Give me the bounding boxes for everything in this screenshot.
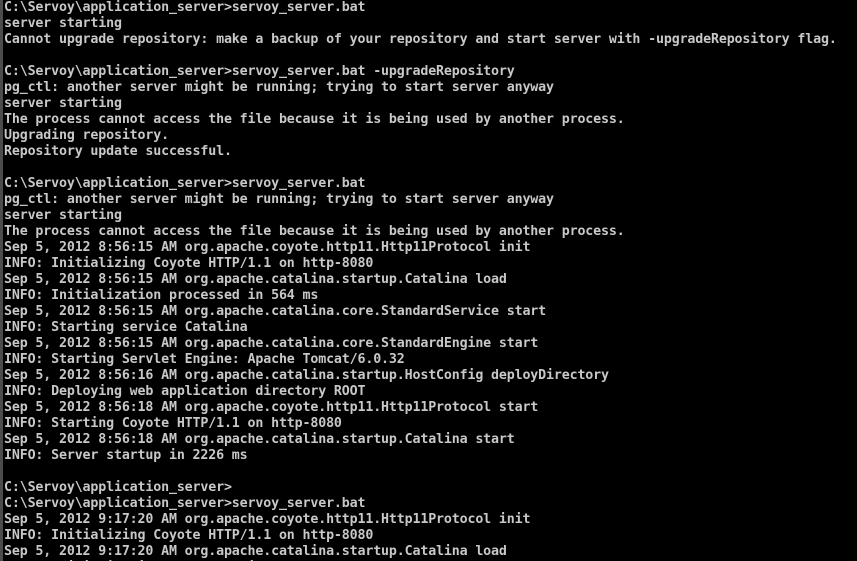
console-line: Sep 5, 2012 9:17:20 AM org.apache.catali… [4,544,507,559]
console-line: INFO: Starting service Catalina [4,320,248,335]
console-line: Sep 5, 2012 8:56:18 AM org.apache.catali… [4,432,515,447]
console-line: Sep 5, 2012 8:56:15 AM org.apache.coyote… [4,240,531,255]
window-left-border [0,0,3,561]
console-line: Sep 5, 2012 8:56:15 AM org.apache.catali… [4,304,547,319]
console-line: Sep 5, 2012 8:56:15 AM org.apache.catali… [4,272,507,287]
console-line: C:\Servoy\application_server>servoy_serv… [4,0,366,15]
console-line: The process cannot access the file becau… [4,112,625,127]
console-line: Repository update successful. [4,144,232,159]
console-line: C:\Servoy\application_server> [4,480,232,495]
console-line: Upgrading repository. [4,128,169,143]
console-line: INFO: Initializing Coyote HTTP/1.1 on ht… [4,256,374,271]
console-output-text[interactable]: C:\Servoy\application_server>servoy_serv… [4,0,857,561]
console-line: Sep 5, 2012 8:56:16 AM org.apache.catali… [4,368,609,383]
console-line: Cannot upgrade repository: make a backup… [4,32,837,47]
console-line: Sep 5, 2012 8:56:18 AM org.apache.coyote… [4,400,539,415]
console-line: C:\Servoy\application_server>servoy_serv… [4,176,366,191]
console-line: INFO: Starting Coyote HTTP/1.1 on http-8… [4,416,342,431]
console-line: INFO: Deploying web application director… [4,384,366,399]
console-line: server starting [4,208,122,223]
console-line: INFO: Initialization processed in 564 ms [4,288,319,303]
console-line: Sep 5, 2012 8:56:15 AM org.apache.catali… [4,336,539,351]
console-line: C:\Servoy\application_server>servoy_serv… [4,64,515,79]
console-line: INFO: Starting Servlet Engine: Apache To… [4,352,405,367]
console-line: server starting [4,16,122,31]
console-line: server starting [4,96,122,111]
command-prompt-window[interactable]: C:\Servoy\application_server>servoy_serv… [0,0,857,561]
console-line: C:\Servoy\application_server>servoy_serv… [4,496,366,511]
console-line: Sep 5, 2012 9:17:20 AM org.apache.coyote… [4,512,531,527]
console-line: The process cannot access the file becau… [4,224,625,239]
console-line: pg_ctl: another server might be running;… [4,192,554,207]
console-line: INFO: Server startup in 2226 ms [4,448,248,463]
console-line: INFO: Initializing Coyote HTTP/1.1 on ht… [4,528,374,543]
console-line: pg_ctl: another server might be running;… [4,80,554,95]
